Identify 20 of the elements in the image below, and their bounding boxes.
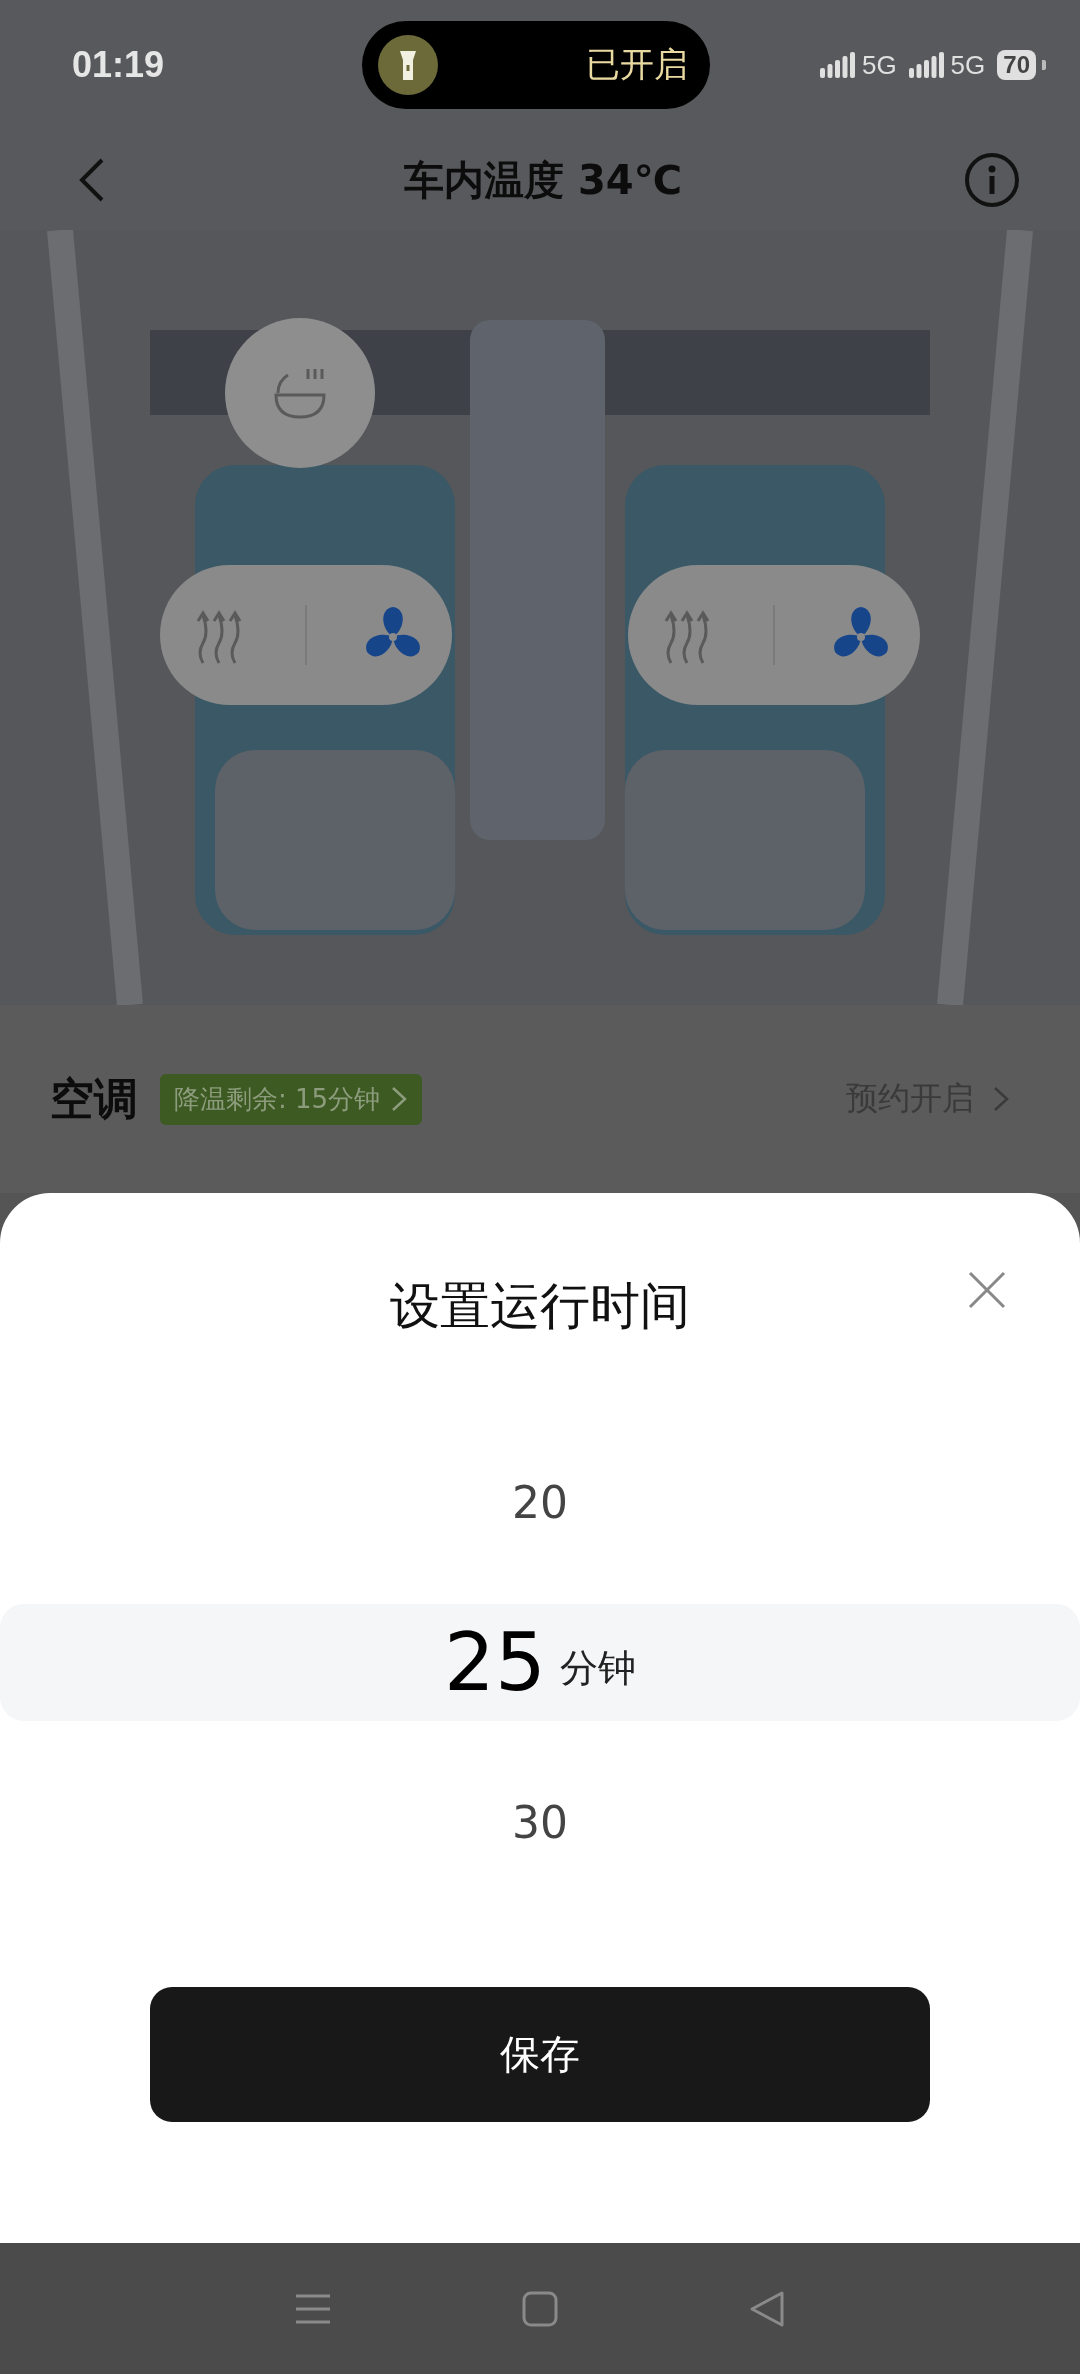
- section-title: 空调: [50, 1071, 138, 1126]
- chevron-right-icon: [390, 1085, 409, 1113]
- status-time: 01:19: [72, 44, 166, 86]
- picker-option[interactable]: 25 分钟: [0, 1604, 1080, 1721]
- signal-icon: [908, 52, 945, 78]
- save-button[interactable]: 保存: [150, 1987, 930, 2122]
- network-type: 5G: [861, 49, 897, 81]
- close-icon[interactable]: [966, 1269, 1008, 1311]
- chevron-right-icon: [992, 1085, 1010, 1113]
- page-title: 车内温度 34℃: [404, 155, 682, 205]
- picker-option[interactable]: 30: [0, 1764, 1080, 1881]
- signal-icon: [819, 52, 856, 78]
- battery-level: 70: [997, 50, 1036, 80]
- sheet-title: 设置运行时间: [390, 1276, 690, 1337]
- picker-option[interactable]: 20: [0, 1444, 1080, 1561]
- flashlight-icon: [378, 35, 438, 95]
- info-icon[interactable]: [964, 152, 1020, 208]
- network-type: 5G: [950, 49, 986, 81]
- unit-label: 分钟: [559, 1645, 636, 1692]
- flashlight-status: 已开启: [586, 43, 688, 86]
